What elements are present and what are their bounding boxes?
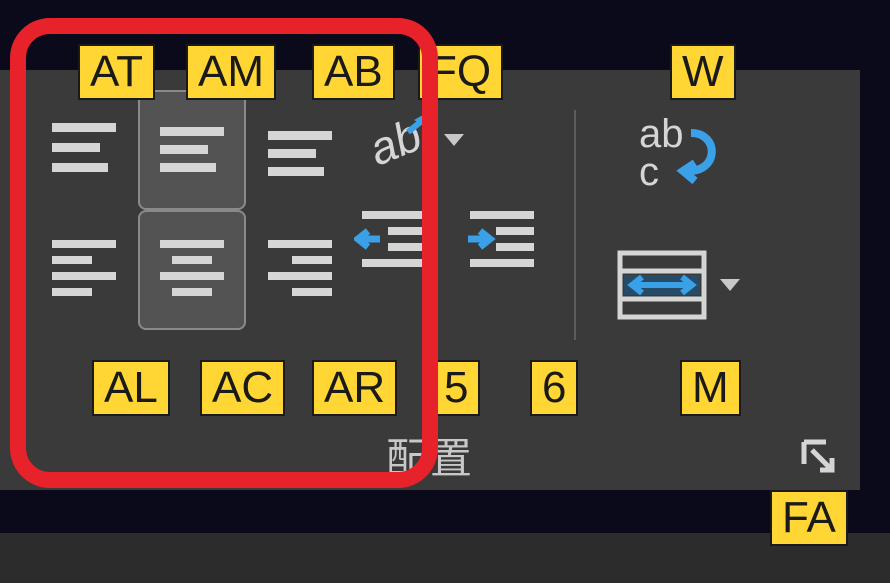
dialog-launcher-icon bbox=[798, 436, 838, 476]
bottom-bar bbox=[0, 533, 890, 583]
keytip-align-right: AR bbox=[312, 360, 397, 416]
merge-center-button[interactable] bbox=[598, 235, 758, 335]
keytip-indent-inc: 6 bbox=[530, 360, 578, 416]
align-center-button[interactable] bbox=[138, 210, 246, 330]
keytip-launcher: FA bbox=[770, 490, 848, 546]
align-top-icon bbox=[48, 119, 120, 181]
align-top-button[interactable] bbox=[30, 90, 138, 210]
orientation-button[interactable]: ab bbox=[364, 90, 464, 190]
align-left-icon bbox=[48, 234, 120, 306]
keytip-align-top: AT bbox=[78, 44, 155, 100]
separator bbox=[574, 110, 576, 340]
keytip-orientation: FQ bbox=[418, 44, 503, 100]
wrap-text-button[interactable]: ab c bbox=[623, 105, 733, 205]
decrease-indent-button[interactable] bbox=[344, 190, 444, 290]
keytip-indent-dec: 5 bbox=[432, 360, 480, 416]
alignment-ribbon-group: ab bbox=[0, 70, 860, 490]
align-middle-button[interactable] bbox=[138, 90, 246, 210]
increase-indent-button[interactable] bbox=[452, 190, 552, 290]
indent-group bbox=[344, 190, 552, 315]
decrease-indent-icon bbox=[354, 205, 434, 275]
align-middle-icon bbox=[156, 119, 228, 181]
keytip-align-center: AC bbox=[200, 360, 285, 416]
chevron-down-icon bbox=[720, 279, 740, 291]
increase-indent-icon bbox=[462, 205, 542, 275]
svg-text:c: c bbox=[639, 150, 659, 194]
group-label-row: 配置 bbox=[0, 420, 860, 490]
keytip-merge: M bbox=[680, 360, 741, 416]
align-right-button[interactable] bbox=[246, 210, 354, 330]
align-center-icon bbox=[156, 234, 228, 306]
keytip-align-middle: AM bbox=[186, 44, 276, 100]
keytip-align-bottom: AB bbox=[312, 44, 395, 100]
merge-center-icon bbox=[616, 249, 708, 321]
alignment-grid bbox=[30, 90, 354, 420]
align-right-icon bbox=[264, 234, 336, 306]
align-bottom-button[interactable] bbox=[246, 90, 354, 210]
align-left-button[interactable] bbox=[30, 210, 138, 330]
wrap-text-icon: ab c bbox=[633, 115, 723, 195]
group-label: 配置 bbox=[386, 425, 474, 486]
align-bottom-icon bbox=[264, 119, 336, 181]
chevron-down-icon bbox=[444, 134, 464, 146]
keytip-align-left: AL bbox=[92, 360, 170, 416]
keytip-wrap-text: W bbox=[670, 44, 736, 100]
dialog-launcher-button[interactable] bbox=[796, 434, 840, 478]
orientation-icon: ab bbox=[364, 106, 434, 174]
